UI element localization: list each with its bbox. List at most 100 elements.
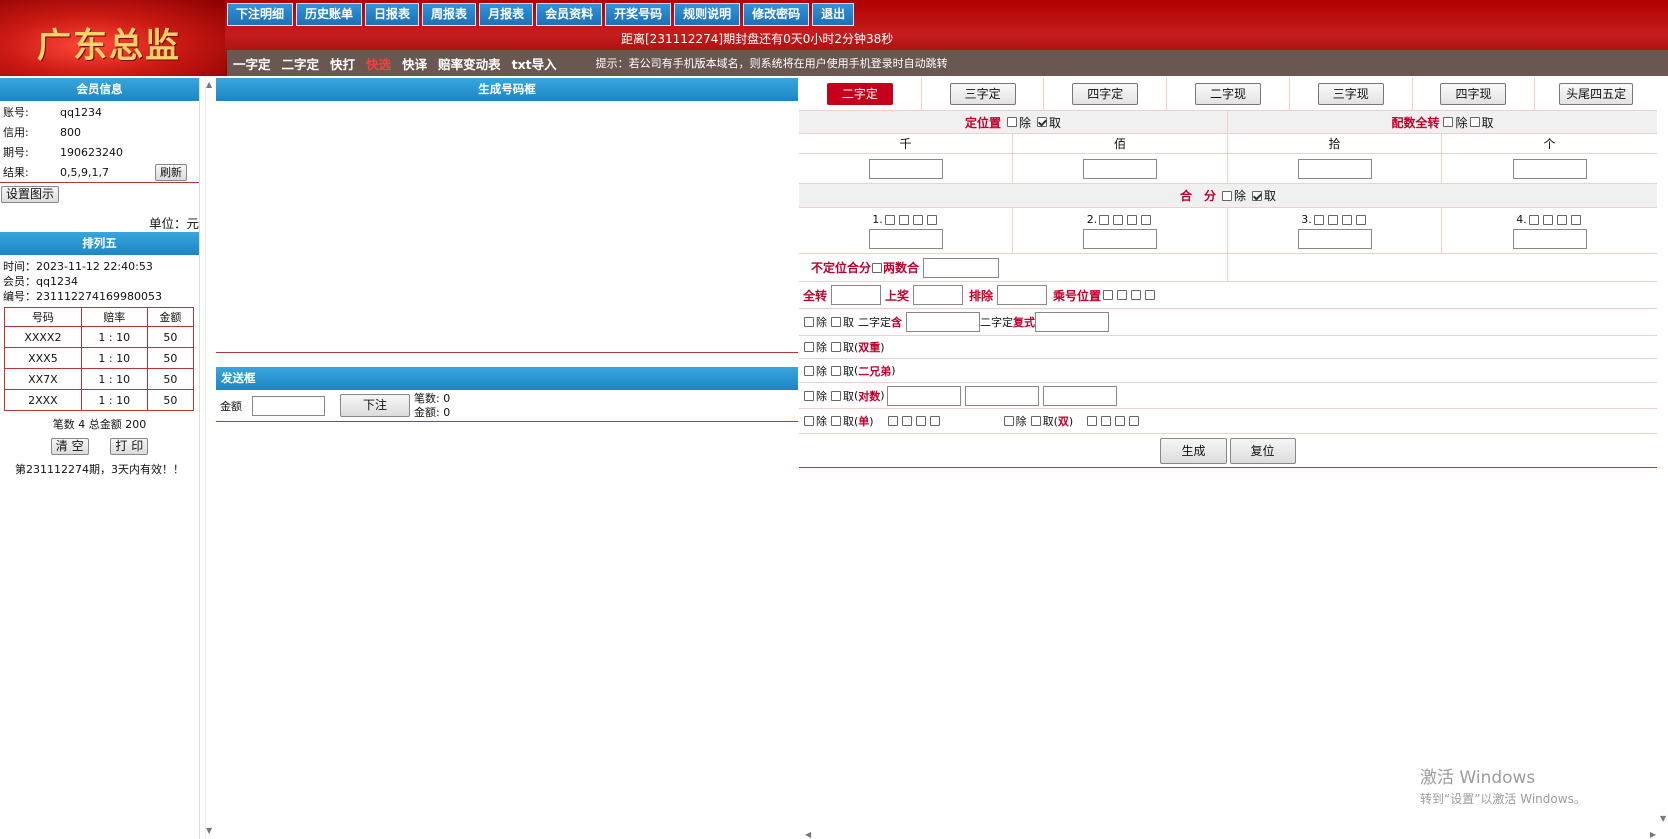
tab-sizi-ding[interactable]: 四字定: [1072, 83, 1139, 105]
tab-sanzi-ding[interactable]: 三字定: [949, 83, 1016, 105]
hefen3-cb[interactable]: [1355, 214, 1366, 225]
position-chu-checkbox[interactable]: [1006, 117, 1017, 127]
qian-input[interactable]: [868, 158, 943, 179]
ge-input[interactable]: [1512, 158, 1587, 179]
subnav-txt-import[interactable]: txt导入: [512, 54, 557, 73]
hefen4-cb[interactable]: [1570, 214, 1581, 225]
duishu-input-1[interactable]: [886, 385, 961, 406]
subnav-yizi[interactable]: 一字定: [233, 54, 271, 73]
submit-bet-button[interactable]: 下注: [340, 394, 411, 417]
hefen2-cb[interactable]: [1113, 214, 1124, 225]
nav-monthly-report[interactable]: 月报表: [479, 3, 534, 26]
duishu-input-3[interactable]: [1042, 385, 1117, 406]
shuangchong-chu-checkbox[interactable]: [804, 342, 814, 352]
hefen2-input[interactable]: [1083, 229, 1157, 249]
erxiongdi-qu-checkbox[interactable]: [831, 365, 841, 376]
position-qu-checkbox[interactable]: [1037, 117, 1047, 127]
clear-button[interactable]: 清 空: [50, 438, 89, 455]
dan-cb[interactable]: [915, 416, 926, 426]
shuang-qu-checkbox[interactable]: [1030, 416, 1041, 426]
amount-input[interactable]: [252, 395, 325, 416]
nav-logout[interactable]: 退出: [812, 3, 855, 26]
subnav-kuaida[interactable]: 快打: [330, 54, 355, 73]
erxiongdi-chu-checkbox[interactable]: [804, 365, 814, 376]
hefen4-cb[interactable]: [1556, 214, 1567, 225]
shuang-chu-checkbox[interactable]: [1003, 416, 1014, 426]
generate-button[interactable]: 生成: [1160, 437, 1227, 464]
duishu-qu-checkbox[interactable]: [831, 390, 841, 401]
scroll-up-icon[interactable]: ▲: [206, 80, 212, 89]
scroll-right-icon[interactable]: ▶: [1650, 830, 1656, 839]
han-qu-checkbox[interactable]: [831, 317, 841, 327]
hefen2-cb[interactable]: [1127, 214, 1138, 225]
subnav-kuaiyi[interactable]: 快译: [402, 54, 427, 73]
shuang-cb[interactable]: [1129, 416, 1140, 426]
setting-icon-button[interactable]: 设置图示: [1, 186, 60, 203]
shuang-cb[interactable]: [1087, 416, 1098, 426]
hefen3-cb[interactable]: [1313, 214, 1324, 225]
hefen4-input[interactable]: [1512, 229, 1587, 249]
reset-button[interactable]: 复位: [1229, 437, 1296, 464]
hefen4-cb[interactable]: [1528, 214, 1539, 225]
hefen3-cb[interactable]: [1341, 214, 1352, 225]
bai-input[interactable]: [1083, 158, 1157, 179]
tab-sanzi-xian[interactable]: 三字现: [1317, 83, 1384, 105]
nav-change-password[interactable]: 修改密码: [743, 3, 810, 26]
subnav-kuaixuan[interactable]: 快选: [366, 54, 391, 73]
chenghao-cb[interactable]: [1131, 290, 1142, 300]
hefen-chu-checkbox[interactable]: [1221, 190, 1232, 201]
scroll-down-icon[interactable]: ▼: [206, 826, 212, 835]
chenghao-cb[interactable]: [1145, 290, 1156, 300]
budingwei-input[interactable]: [923, 257, 1000, 278]
scroll-down-right-icon[interactable]: ▼: [1660, 814, 1666, 823]
shangjiang-input[interactable]: [913, 285, 964, 305]
shuang-cb[interactable]: [1115, 416, 1126, 426]
horizontal-scrollbar[interactable]: ◀ ▶: [799, 830, 1658, 839]
refresh-button[interactable]: 刷新: [155, 163, 187, 181]
fushi-input[interactable]: [1035, 312, 1109, 332]
nav-bet-detail[interactable]: 下注明细: [227, 3, 294, 26]
nav-daily-report[interactable]: 日报表: [365, 3, 420, 26]
dan-chu-checkbox[interactable]: [804, 416, 814, 426]
left-scrollbar[interactable]: ▲ ▼: [205, 78, 212, 839]
tab-erzi-ding[interactable]: 二字定: [826, 83, 893, 105]
duishu-input-2[interactable]: [964, 385, 1039, 406]
chenghao-cb[interactable]: [1103, 290, 1114, 300]
hefen4-cb[interactable]: [1542, 214, 1553, 225]
peishu-chu-checkbox[interactable]: [1443, 117, 1454, 127]
dan-cb[interactable]: [887, 416, 898, 426]
nav-history[interactable]: 历史账单: [296, 3, 363, 26]
subnav-erzi[interactable]: 二字定: [282, 54, 320, 73]
dan-cb[interactable]: [929, 416, 940, 426]
nav-rules[interactable]: 规则说明: [674, 3, 741, 26]
hefen3-input[interactable]: [1297, 229, 1372, 249]
tab-toutou[interactable]: 头尾四五定: [1559, 83, 1634, 105]
quanzhuan-input[interactable]: [831, 285, 882, 305]
nav-weekly-report[interactable]: 周报表: [422, 3, 477, 26]
hefen1-cb[interactable]: [926, 214, 937, 225]
shuang-cb[interactable]: [1101, 416, 1112, 426]
chenghao-cb[interactable]: [1117, 290, 1128, 300]
subnav-odds-change[interactable]: 赔率变动表: [438, 54, 501, 73]
liangshuhe-checkbox[interactable]: [872, 262, 883, 273]
tab-erzi-xian[interactable]: 二字现: [1195, 83, 1262, 105]
hefen1-cb[interactable]: [898, 214, 909, 225]
hefen1-cb[interactable]: [912, 214, 923, 225]
dan-qu-checkbox[interactable]: [831, 416, 841, 426]
duishu-chu-checkbox[interactable]: [804, 390, 814, 401]
hefen1-input[interactable]: [868, 229, 943, 249]
dan-cb[interactable]: [901, 416, 912, 426]
hefen-qu-checkbox[interactable]: [1252, 190, 1262, 201]
tab-sizi-xian[interactable]: 四字现: [1440, 83, 1507, 105]
hefen2-cb[interactable]: [1141, 214, 1152, 225]
print-button[interactable]: 打 印: [110, 438, 149, 455]
paichu-input[interactable]: [997, 285, 1048, 305]
shi-input[interactable]: [1297, 158, 1372, 179]
shuangchong-qu-checkbox[interactable]: [831, 342, 841, 352]
hefen2-cb[interactable]: [1099, 214, 1110, 225]
nav-member-info[interactable]: 会员资料: [536, 3, 603, 26]
hefen1-cb[interactable]: [884, 214, 895, 225]
han-chu-checkbox[interactable]: [804, 317, 814, 327]
scroll-left-icon[interactable]: ◀: [805, 830, 811, 839]
peishu-qu-checkbox[interactable]: [1469, 117, 1480, 127]
